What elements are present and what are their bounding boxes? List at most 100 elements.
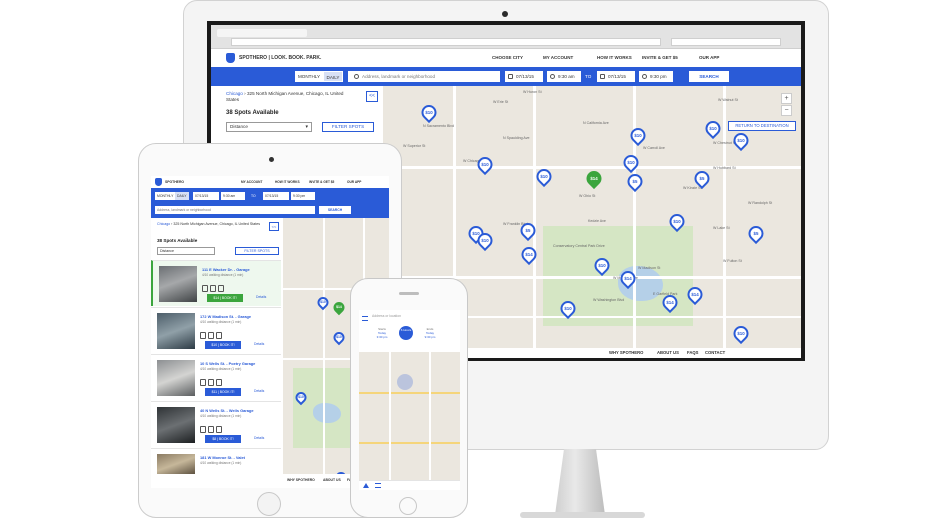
end-time-field[interactable]: 9:30 pm [639, 71, 673, 82]
end-time-field[interactable]: 9:30 pm [291, 192, 315, 200]
nav-how-it-works[interactable]: HOW IT WORKS [275, 180, 300, 184]
details-link[interactable]: Details [254, 436, 264, 440]
nav-invite[interactable]: INVITE & GET $5 [642, 55, 678, 60]
address-input[interactable]: Address, landmark or neighborhood [155, 206, 315, 214]
sort-select[interactable]: Distance ▾ [226, 122, 312, 132]
price-pin[interactable]: $10 [620, 151, 642, 174]
price-pin[interactable]: $10 [474, 229, 496, 252]
details-link[interactable]: Details [256, 295, 266, 299]
iphone-home-button[interactable] [399, 497, 417, 515]
collapse-panel-button[interactable]: << [366, 91, 378, 102]
price-pin[interactable]: $10 [557, 297, 579, 320]
breadcrumb-city[interactable]: Chicago [226, 91, 243, 96]
price-pin[interactable]: $5 [624, 170, 646, 193]
price-pin[interactable]: $10 [418, 101, 440, 124]
spothero-logo-icon[interactable] [155, 178, 162, 186]
start-time-field[interactable]: 9:30 am [221, 192, 245, 200]
search-button[interactable]: SEARCH [689, 71, 729, 82]
price-pin[interactable]: $10 [666, 210, 688, 233]
start-date-field[interactable]: 07/13/15 [505, 71, 543, 82]
listing-title[interactable]: 111 E Wacker Dr. - Garage [202, 267, 250, 272]
footer-about-us[interactable]: ABOUT US [323, 478, 341, 482]
listing-title[interactable]: 10 S Wells St. - Poetry Garage [200, 361, 255, 366]
filter-spots-button[interactable]: FILTER SPOTS [322, 122, 374, 132]
price-pin[interactable]: $14 [617, 267, 639, 290]
spothero-logo-icon[interactable] [226, 53, 235, 63]
price-pin[interactable]: $10 [474, 153, 496, 176]
list-icon[interactable] [375, 483, 381, 488]
address-input[interactable]: Address, landmark or neighborhood [348, 71, 500, 82]
footer-why-spothero[interactable]: WHY SPOTHERO [287, 478, 315, 482]
price-pin[interactable]: $10 [702, 117, 724, 140]
price-pin[interactable]: $10 [627, 124, 649, 147]
price-pin[interactable]: $5 [691, 167, 713, 190]
footer-about-us[interactable]: ABOUT US [657, 350, 679, 355]
book-it-button[interactable]: $11 | BOOK IT! [205, 388, 241, 396]
start-time-field[interactable]: 9:30 am [547, 71, 581, 82]
price-pin[interactable]: $10 [315, 294, 331, 311]
menu-icon[interactable] [362, 316, 368, 321]
ipad-brand[interactable]: SPOTHERO [165, 180, 184, 184]
listing-item[interactable]: 111 E Wacker Dr. - Garage 4/10 walking d… [151, 260, 281, 306]
price-pin[interactable]: $10 [293, 389, 309, 406]
collapse-panel-button[interactable]: << [269, 222, 279, 231]
listing-item[interactable]: 172 W Madison St. - Garage 4/10 walking … [151, 307, 281, 353]
book-it-button[interactable]: $8 | BOOK IT! [205, 435, 241, 443]
listing-title[interactable]: 40 N Wells St. - Wells Garage [200, 408, 253, 413]
zoom-out-button[interactable]: − [781, 105, 792, 116]
nav-our-app[interactable]: OUR APP [347, 180, 361, 184]
sort-select[interactable]: Distance [157, 247, 215, 255]
price-pin[interactable]: $10 [331, 329, 347, 346]
monthly-toggle[interactable]: MONTHLY [295, 71, 323, 82]
filter-spots-button[interactable]: FILTER SPOTS [235, 247, 279, 255]
details-link[interactable]: Details [254, 342, 264, 346]
end-date-field[interactable]: 07/13/15 [597, 71, 635, 82]
price-pin[interactable]: $14 [583, 167, 605, 190]
price-pin[interactable]: $10 [533, 165, 555, 188]
brand-tagline[interactable]: SPOTHERO | LOOK. BOOK. PARK. [239, 55, 321, 61]
listing-item[interactable]: 10 S Wells St. - Poetry Garage 4/10 walk… [151, 354, 281, 400]
price-pin[interactable]: $14 [684, 283, 706, 306]
monthly-toggle[interactable]: MONTHLY [155, 192, 175, 200]
zoom-in-button[interactable]: + [781, 93, 792, 104]
price-pin[interactable]: $10 [591, 254, 613, 277]
iphone-map[interactable] [359, 352, 460, 480]
start-column[interactable]: Starts Today 3:30 pm [371, 327, 393, 339]
listing-title[interactable]: 181 W Monroe St. - Valet [200, 455, 245, 460]
duration-badge[interactable]: 6 Hours [399, 326, 413, 340]
nav-my-account[interactable]: MY ACCOUNT [543, 55, 573, 60]
price-pin[interactable]: $5 [517, 219, 539, 242]
book-it-button[interactable]: $10 | BOOK IT! [205, 341, 241, 349]
daily-toggle[interactable]: DAILY [175, 192, 189, 200]
browser-url-bar[interactable] [231, 38, 661, 46]
nav-invite[interactable]: INVITE & GET $5 [309, 180, 334, 184]
browser-tab[interactable] [217, 29, 307, 37]
start-date-field[interactable]: 07/13/15 [193, 192, 219, 200]
book-it-button[interactable]: $14 | BOOK IT! [207, 294, 243, 302]
footer-contact[interactable]: CONTACT [705, 350, 725, 355]
end-date-field[interactable]: 07/13/15 [263, 192, 289, 200]
breadcrumb-city[interactable]: Chicago [157, 222, 170, 226]
footer-faqs[interactable]: FAQS [687, 350, 698, 355]
address-input[interactable]: Address or location [372, 314, 401, 318]
price-pin[interactable]: $10 [730, 129, 752, 152]
browser-search-box[interactable] [671, 38, 781, 46]
price-pin[interactable]: $14 [659, 291, 681, 314]
ipad-home-button[interactable] [257, 492, 281, 516]
listing-item[interactable]: 40 N Wells St. - Wells Garage 4/10 walki… [151, 401, 281, 447]
price-pin[interactable]: $10 [730, 322, 752, 345]
nav-how-it-works[interactable]: HOW IT WORKS [597, 55, 632, 60]
nav-choose-city[interactable]: CHOOSE CITY [492, 55, 523, 60]
price-pin[interactable]: $14 [331, 299, 347, 316]
listing-title[interactable]: 172 W Madison St. - Garage [200, 314, 251, 319]
details-link[interactable]: Details [254, 389, 264, 393]
daily-toggle[interactable]: DAILY [323, 71, 343, 82]
listing-item[interactable]: 181 W Monroe St. - Valet 4/10 walking di… [151, 448, 281, 474]
return-to-destination-button[interactable]: RETURN TO DESTINATION [728, 121, 796, 131]
price-pin[interactable]: $14 [518, 243, 540, 266]
price-pin[interactable]: $5 [745, 222, 767, 245]
search-button[interactable]: SEARCH [319, 206, 351, 214]
footer-why-spothero[interactable]: WHY SPOTHERO [609, 350, 643, 355]
end-column[interactable]: Ends Today 9:30 pm [419, 327, 441, 339]
navigate-icon[interactable] [363, 483, 369, 488]
